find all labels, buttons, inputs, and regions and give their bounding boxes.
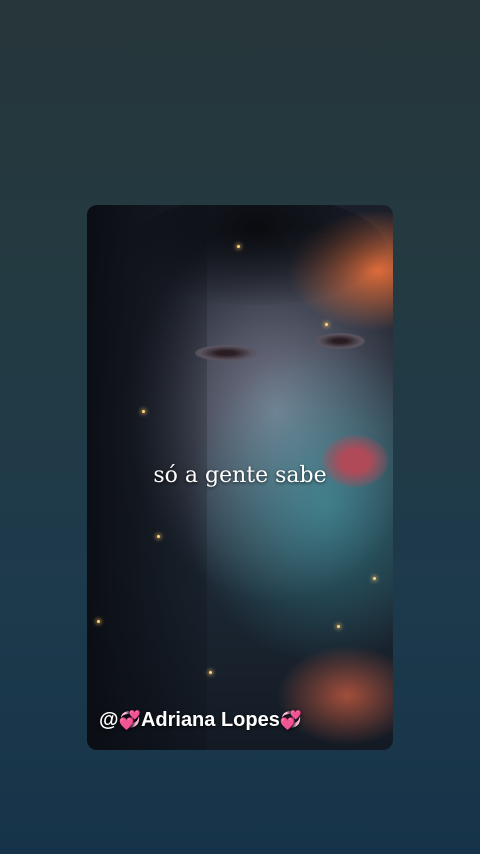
sparkle xyxy=(337,625,340,628)
handle-prefix: @ xyxy=(99,709,119,731)
portrait-eye-left xyxy=(195,345,257,361)
sparkle xyxy=(325,323,328,326)
sparkle xyxy=(237,245,240,248)
heart-icon: 💞 xyxy=(279,710,303,730)
video-frame[interactable]: só a gente sabe @💞Adriana Lopes💞 xyxy=(87,205,393,750)
sparkle xyxy=(97,620,100,623)
heart-icon: 💞 xyxy=(118,710,141,730)
sparkle xyxy=(209,671,212,674)
portrait-eye-right xyxy=(315,333,365,349)
watermark-handle: @💞Adriana Lopes💞 xyxy=(99,709,302,732)
sparkle xyxy=(157,535,160,538)
sparkle xyxy=(142,410,145,413)
video-caption: só a gente sabe xyxy=(153,463,327,488)
handle-name: Adriana Lopes xyxy=(140,709,280,731)
sparkle xyxy=(373,577,376,580)
